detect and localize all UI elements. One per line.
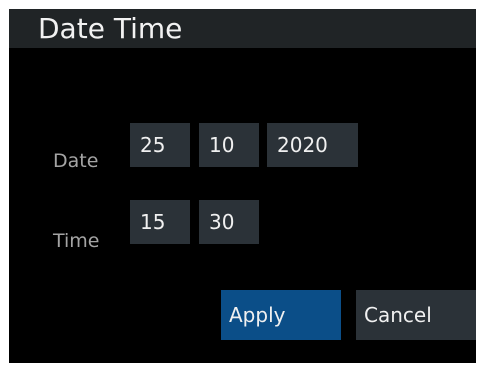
date-label: Date — [53, 150, 99, 172]
date-time-dialog: Date Time Date 25 10 2020 Time 15 30 App… — [9, 9, 476, 363]
title-bar: Date Time — [9, 9, 476, 48]
dialog-title: Date Time — [38, 12, 183, 45]
apply-button[interactable]: Apply — [221, 290, 341, 340]
hour-field[interactable]: 15 — [130, 200, 190, 244]
minute-field[interactable]: 30 — [199, 200, 259, 244]
month-field[interactable]: 10 — [199, 123, 259, 167]
time-label: Time — [53, 230, 100, 252]
cancel-button[interactable]: Cancel — [356, 290, 476, 340]
day-field[interactable]: 25 — [130, 123, 190, 167]
year-field[interactable]: 2020 — [267, 123, 358, 167]
